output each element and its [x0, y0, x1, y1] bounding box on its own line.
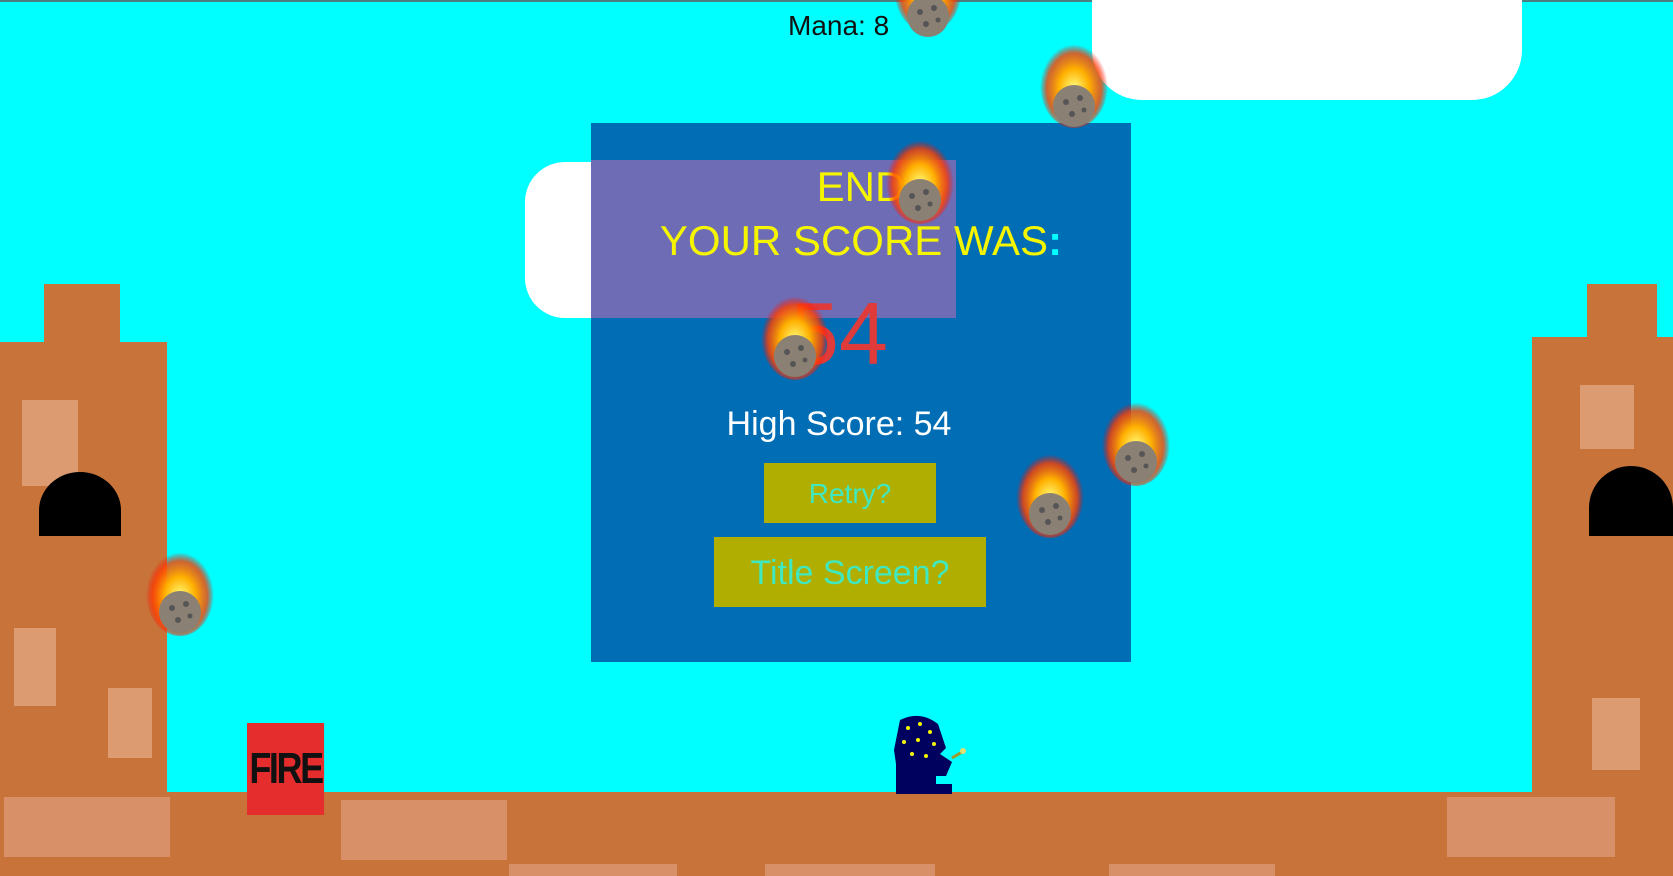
meteor-icon	[146, 548, 214, 636]
ground-brick	[509, 864, 677, 876]
game-scene: Mana: 8 END YOUR SCORE WAS: 54 High Scor…	[0, 0, 1673, 876]
meteor-icon	[1016, 450, 1084, 538]
fire-button[interactable]: FIRE	[247, 723, 324, 815]
end-title: END	[816, 163, 906, 210]
left-tower-brick	[14, 628, 56, 706]
ground-brick	[341, 800, 507, 860]
right-tower-brick	[1592, 698, 1640, 770]
ground-brick	[765, 864, 935, 876]
mana-counter: Mana: 8	[788, 10, 890, 41]
retry-button[interactable]: Retry?	[764, 463, 936, 523]
right-tower-battlement	[1587, 284, 1657, 342]
ground-brick	[1109, 864, 1275, 876]
meteor-icon	[1102, 398, 1170, 486]
left-tower-battlement	[44, 284, 120, 346]
score-label-colon: :	[1048, 217, 1063, 264]
score-value: 54	[790, 284, 888, 383]
score-label-text: YOUR SCORE WAS	[659, 217, 1049, 264]
cloud-top-right	[1092, 0, 1522, 100]
ground-brick	[4, 797, 170, 857]
title-screen-button[interactable]: Title Screen?	[714, 537, 986, 607]
wizard-icon	[894, 715, 966, 794]
meteor-icon	[895, 0, 961, 37]
ground-brick	[1447, 797, 1615, 857]
left-tower-brick	[108, 688, 152, 758]
score-label: YOUR SCORE WAS:	[591, 214, 1131, 268]
right-tower-brick	[1580, 385, 1634, 449]
meteor-icon	[1040, 40, 1108, 128]
meteor-icon	[761, 292, 829, 380]
meteor-icon	[886, 136, 954, 224]
high-score: High Score: 54	[726, 405, 952, 443]
